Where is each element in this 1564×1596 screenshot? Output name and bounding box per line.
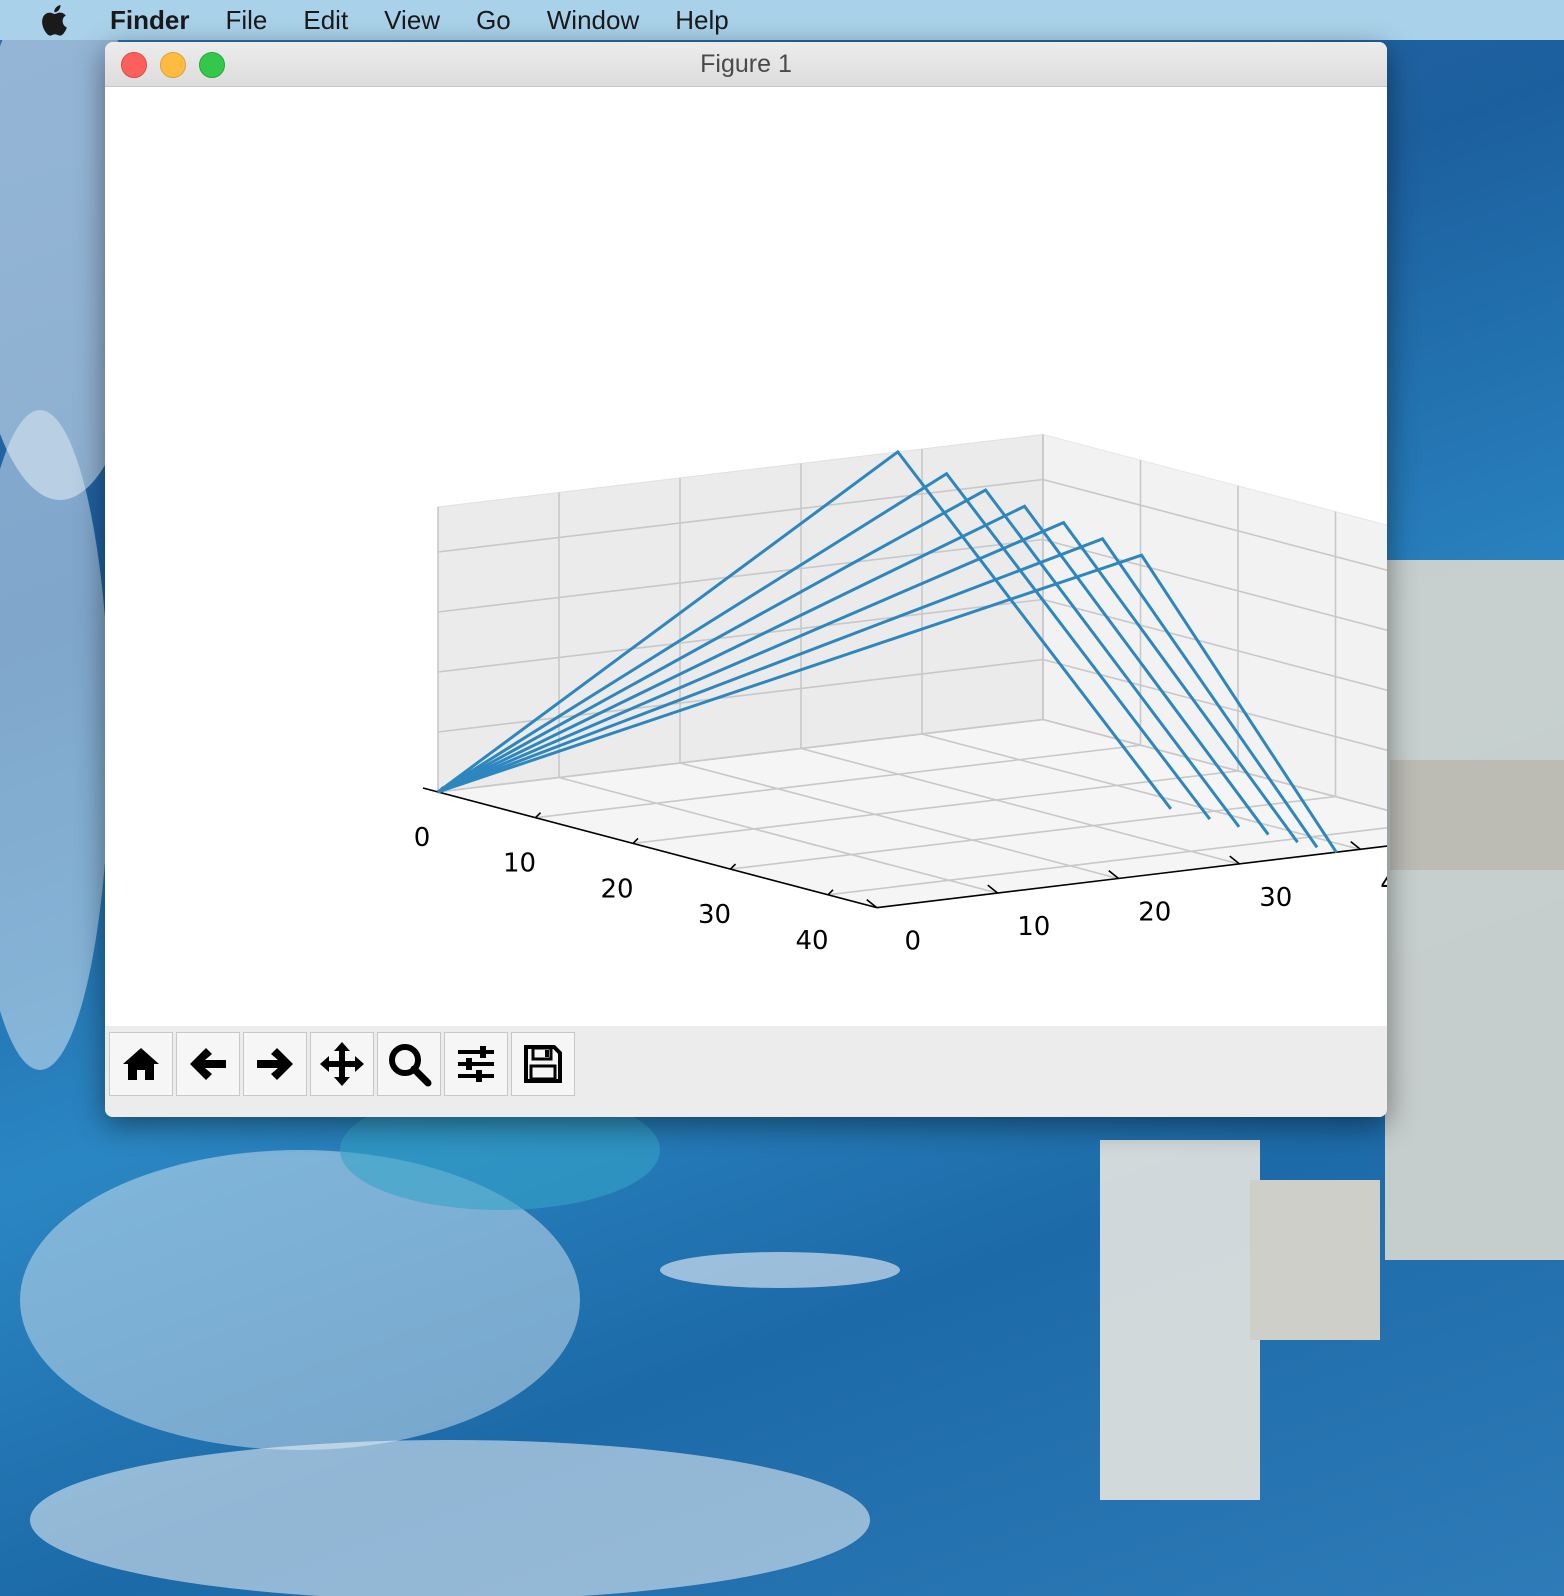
menu-file[interactable]: File <box>225 5 267 36</box>
menu-edit[interactable]: Edit <box>303 5 348 36</box>
x-tick-label: 30 <box>698 900 731 930</box>
configure-subplots-button[interactable] <box>444 1032 508 1096</box>
y-tick-label: 0 <box>904 927 921 957</box>
configure-subplots-icon <box>458 1046 494 1082</box>
apple-logo-icon[interactable] <box>38 2 74 38</box>
x-tick-label: 10 <box>503 849 536 879</box>
pan-move-icon <box>320 1042 364 1086</box>
forward-arrow-icon <box>257 1048 293 1080</box>
home-icon <box>123 1048 159 1080</box>
window-titlebar[interactable]: Figure 1 <box>105 42 1387 87</box>
forward-button[interactable] <box>243 1032 307 1096</box>
menu-help[interactable]: Help <box>675 5 728 36</box>
axes-panes <box>437 433 1387 909</box>
menu-bar: Finder File Edit View Go Window Help <box>0 0 1564 40</box>
back-arrow-icon <box>190 1048 226 1080</box>
menu-window[interactable]: Window <box>547 5 639 36</box>
save-disk-icon <box>524 1045 562 1083</box>
menu-view[interactable]: View <box>384 5 440 36</box>
plot-canvas[interactable]: 01020304001020304050020406080 <box>105 87 1387 1051</box>
x-tick-label: 20 <box>600 874 633 904</box>
y-tick-label: 20 <box>1138 898 1171 928</box>
zoom-button[interactable] <box>377 1032 441 1096</box>
save-button[interactable] <box>511 1032 575 1096</box>
pan-button[interactable] <box>310 1032 374 1096</box>
menu-go[interactable]: Go <box>476 5 511 36</box>
x-tick-label: 0 <box>414 823 431 853</box>
y-tick-label: 10 <box>1017 912 1050 942</box>
3d-line-chart[interactable]: 01020304001020304050020406080 <box>105 87 1387 1051</box>
menu-app-name[interactable]: Finder <box>110 5 189 36</box>
y-tick-label: 40 <box>1380 869 1387 899</box>
figure-window: Figure 1 01020304001020304050020406080 <box>105 42 1387 1117</box>
x-tick-label: 40 <box>795 926 828 956</box>
zoom-magnifier-icon <box>389 1044 432 1087</box>
y-tick-label: 30 <box>1259 883 1292 913</box>
window-title: Figure 1 <box>700 50 792 78</box>
navigation-toolbar <box>105 1026 1387 1117</box>
home-button[interactable] <box>109 1032 173 1096</box>
back-button[interactable] <box>176 1032 240 1096</box>
